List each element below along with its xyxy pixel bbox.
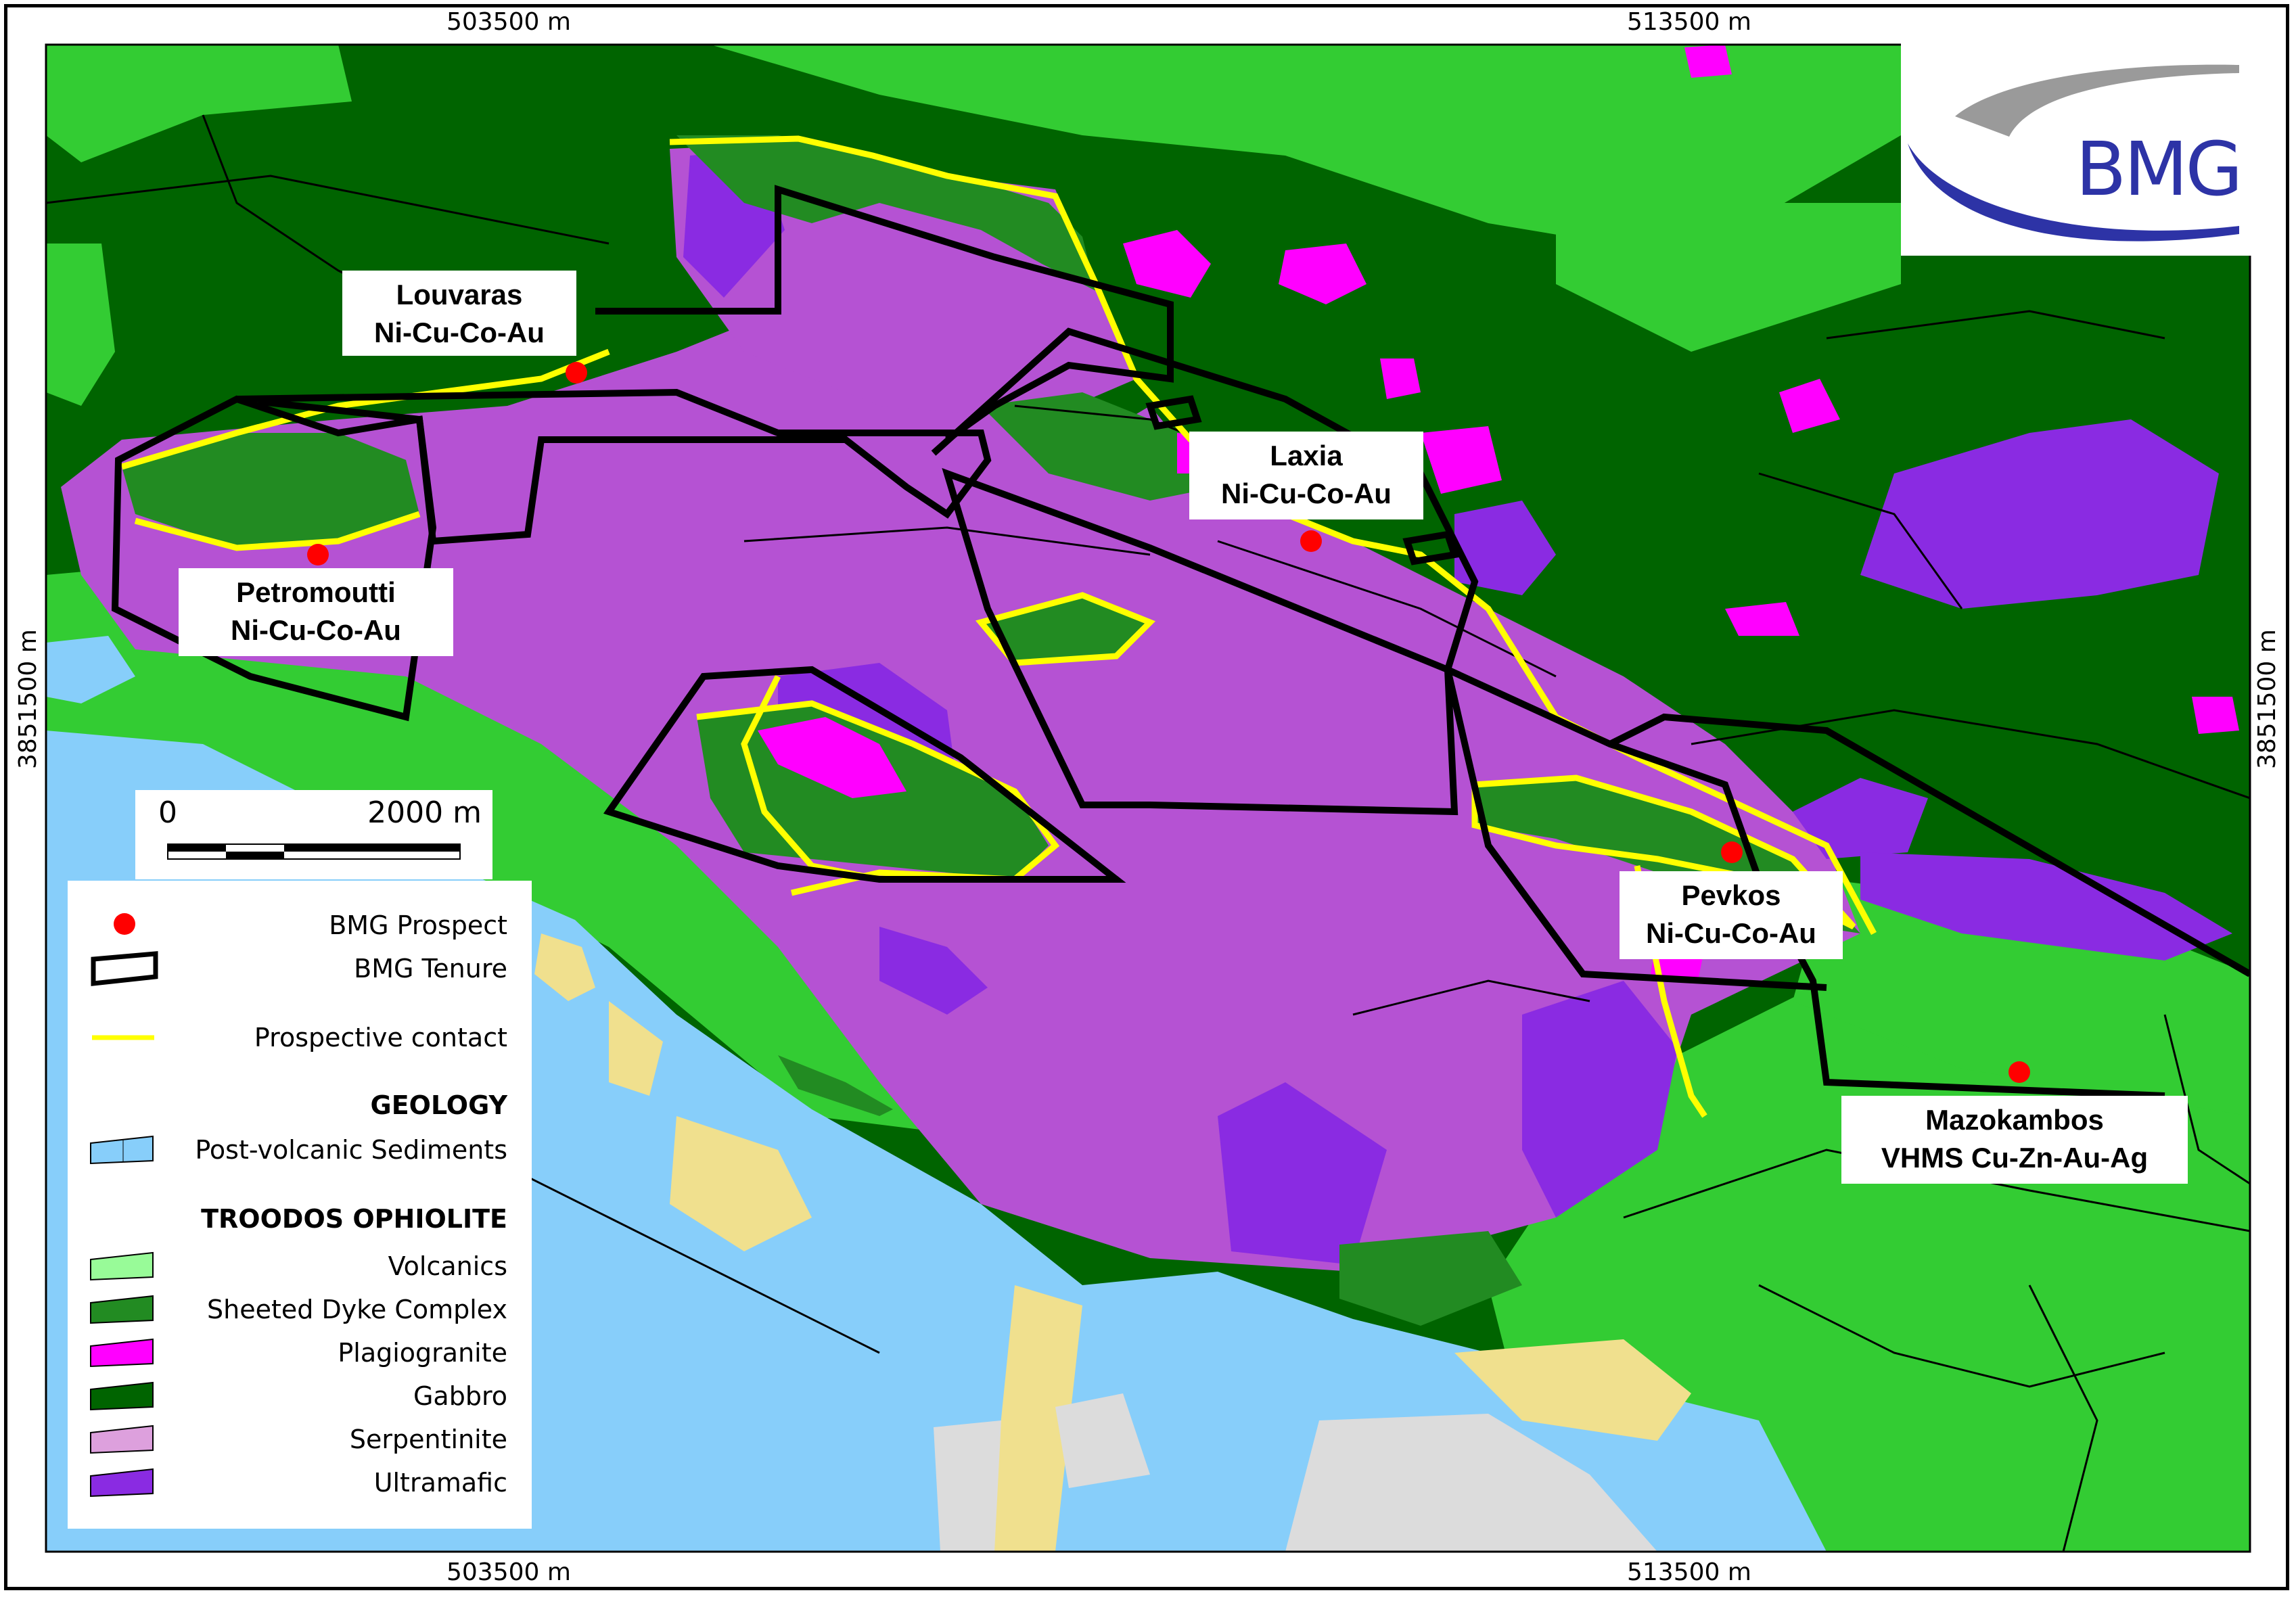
- prospect-commodity: Ni-Cu-Co-Au: [231, 614, 401, 646]
- sediments-swatch-icon: [90, 1135, 154, 1165]
- serpentinite-swatch-icon: [90, 1425, 154, 1454]
- prospect-label-louvaras: Louvaras Ni-Cu-Co-Au: [342, 271, 576, 356]
- legend-label: Volcanics: [388, 1251, 507, 1281]
- prospect-name: Laxia: [1270, 440, 1343, 471]
- legend-row-troodos-heading: TROODOS OPHIOLITE: [68, 1204, 507, 1239]
- volcanics-swatch-icon: [90, 1251, 154, 1281]
- coord-top-right: 513500 m: [1627, 8, 1751, 36]
- tenure-polygon-icon: [91, 951, 158, 986]
- legend-row-gabbro: Gabbro: [68, 1379, 507, 1414]
- legend-label: Post-volcanic Sediments: [195, 1135, 507, 1165]
- gabbro-swatch-icon: [90, 1381, 154, 1411]
- legend-label: Sheeted Dyke Complex: [207, 1295, 507, 1324]
- legend-label: Prospective contact: [254, 1023, 507, 1052]
- legend: BMG Prospect BMG Tenure Prospective cont…: [68, 881, 532, 1529]
- logo-text: BMG: [2075, 126, 2243, 212]
- legend-row-contact: Prospective contact: [68, 1021, 507, 1057]
- coord-bottom-left: 503500 m: [446, 1558, 571, 1586]
- coord-right: 3851500 m: [2253, 629, 2281, 769]
- legend-row-ultramafic: Ultramafic: [68, 1465, 507, 1500]
- legend-label: BMG Prospect: [329, 910, 507, 940]
- legend-row-geology-heading: GEOLOGY: [68, 1090, 508, 1126]
- legend-row-prospect: BMG Prospect: [68, 908, 507, 943]
- prospect-label-pevkos: Pevkos Ni-Cu-Co-Au: [1620, 871, 1843, 959]
- dyke-swatch-icon: [90, 1295, 154, 1324]
- prospect-name: Mazokambos: [1925, 1104, 2104, 1136]
- prospect-commodity: Ni-Cu-Co-Au: [1221, 478, 1392, 509]
- scale-bar: 0 2000 m: [135, 790, 492, 879]
- legend-label: Ultramafic: [373, 1468, 507, 1498]
- legend-label: BMG Tenure: [354, 954, 507, 983]
- prospect-commodity: Ni-Cu-Co-Au: [374, 317, 545, 348]
- prospect-dot-icon: [114, 913, 135, 935]
- legend-label: Plagiogranite: [338, 1338, 507, 1368]
- prospect-commodity: Ni-Cu-Co-Au: [1646, 917, 1816, 949]
- coord-top-left: 503500 m: [446, 8, 571, 36]
- bmg-logo: BMG: [1901, 42, 2251, 256]
- legend-heading: TROODOS OPHIOLITE: [201, 1204, 507, 1234]
- prospect-name: Louvaras: [396, 279, 523, 310]
- legend-label: Serpentinite: [349, 1425, 507, 1454]
- legend-row-volcanics: Volcanics: [68, 1249, 507, 1284]
- legend-row-tenure: BMG Tenure: [68, 950, 507, 986]
- prospect-label-laxia: Laxia Ni-Cu-Co-Au: [1189, 432, 1423, 519]
- coord-left: 3851500 m: [14, 629, 42, 769]
- plagiogranite-swatch-icon: [90, 1338, 154, 1368]
- prospect-commodity: VHMS Cu-Zn-Au-Ag: [1881, 1142, 2149, 1174]
- legend-heading: GEOLOGY: [370, 1090, 508, 1120]
- prospect-name: Petromoutti: [236, 576, 396, 608]
- contact-line-icon: [92, 1035, 154, 1040]
- legend-row-serpentinite: Serpentinite: [68, 1422, 507, 1457]
- legend-row-dyke: Sheeted Dyke Complex: [68, 1292, 507, 1327]
- legend-row-plagiogranite: Plagiogranite: [68, 1335, 507, 1370]
- prospect-label-mazokambos: Mazokambos VHMS Cu-Zn-Au-Ag: [1841, 1096, 2188, 1184]
- prospect-label-petromoutti: Petromoutti Ni-Cu-Co-Au: [179, 568, 453, 656]
- coord-bottom-right: 513500 m: [1627, 1558, 1751, 1586]
- scale-ruler: [167, 843, 461, 860]
- map-page: 503500 m 513500 m 503500 m 513500 m 3851…: [0, 0, 2296, 1597]
- legend-row-sediments: Post-volcanic Sediments: [68, 1132, 507, 1167]
- ultramafic-swatch-icon: [90, 1468, 154, 1498]
- prospect-name: Pevkos: [1681, 879, 1781, 911]
- legend-label: Gabbro: [413, 1381, 507, 1411]
